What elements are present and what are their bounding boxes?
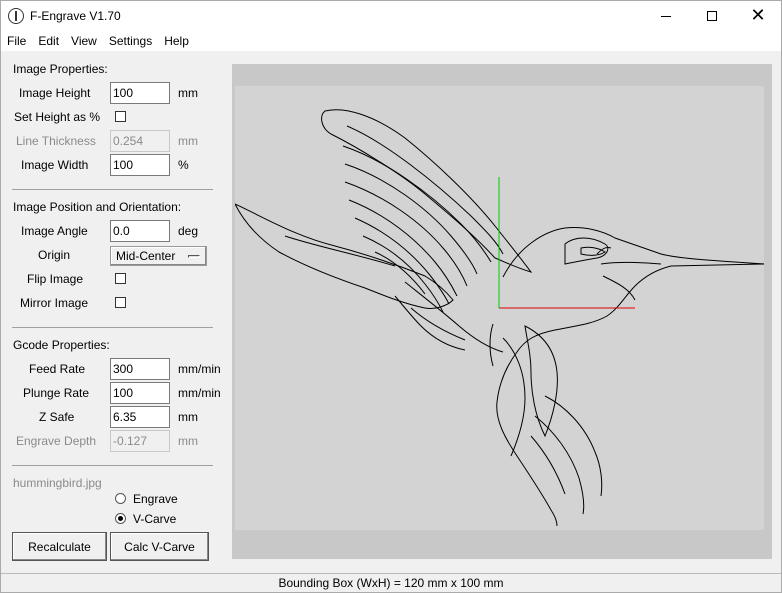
plunge-rate-label: Plunge Rate	[23, 386, 90, 400]
feed-rate-input[interactable]: 300	[110, 358, 170, 380]
image-width-label: Image Width	[21, 158, 89, 172]
maximize-icon	[707, 11, 717, 21]
file-name: hummingbird.jpg	[13, 476, 102, 490]
tail-feather	[235, 203, 454, 309]
recalculate-button[interactable]: Recalculate	[12, 532, 107, 561]
menu-settings[interactable]: Settings	[103, 31, 158, 51]
separator	[12, 327, 213, 328]
feed-rate-unit: mm/min	[178, 362, 221, 376]
close-icon: ✕	[750, 5, 766, 26]
set-height-pct-label: Set Height as %	[14, 110, 101, 124]
image-height-input[interactable]: 100	[110, 82, 170, 104]
menu-view[interactable]: View	[65, 31, 103, 51]
separator	[12, 465, 213, 466]
menu-help[interactable]: Help	[158, 31, 195, 51]
close-button[interactable]: ✕	[735, 1, 781, 31]
radio-selected-dot	[118, 516, 123, 521]
image-angle-unit: deg	[178, 224, 199, 238]
position-orientation-heading: Image Position and Orientation:	[13, 200, 182, 214]
calc-vcarve-button[interactable]: Calc V-Carve	[110, 532, 209, 561]
z-safe-unit: mm	[178, 410, 198, 424]
origin-label: Origin	[38, 248, 71, 262]
image-properties-heading: Image Properties:	[13, 62, 108, 76]
image-angle-input[interactable]: 0.0	[110, 220, 170, 242]
eye-ring	[564, 237, 609, 265]
image-width-unit: %	[178, 158, 189, 172]
z-safe-input[interactable]: 6.35	[110, 406, 170, 428]
image-angle-label: Image Angle	[21, 224, 88, 238]
hummingbird-outline	[235, 109, 764, 527]
separator	[12, 189, 213, 190]
head-detail	[602, 275, 636, 301]
lower-wing-feather	[394, 295, 466, 351]
mirror-image-label: Mirror Image	[20, 296, 89, 310]
body-detail	[524, 325, 558, 438]
app-logo-icon	[8, 8, 24, 24]
minimize-button[interactable]	[643, 1, 689, 31]
beak-line	[600, 262, 662, 265]
line-thickness-label: Line Thickness	[16, 134, 96, 148]
lower-wing-feather	[404, 281, 504, 353]
tail-detail	[284, 235, 396, 267]
title-bar: F-Engrave V1.70 ✕	[1, 1, 781, 31]
image-width-input[interactable]: 100	[110, 154, 170, 176]
line-thickness-input: 0.254	[110, 130, 170, 152]
dropdown-indicator-icon	[188, 255, 200, 258]
set-height-pct-checkbox[interactable]	[115, 111, 126, 122]
gcode-heading: Gcode Properties:	[13, 338, 110, 352]
engrave-depth-label: Engrave Depth	[16, 434, 97, 448]
menu-edit[interactable]: Edit	[32, 31, 65, 51]
engrave-depth-input: -0.127	[110, 430, 170, 452]
preview-canvas[interactable]	[232, 64, 772, 559]
body-outline	[496, 227, 764, 527]
origin-selected-value: Mid-Center	[116, 249, 176, 263]
image-height-label: Image Height	[19, 86, 91, 100]
flip-image-label: Flip Image	[27, 272, 84, 286]
plunge-rate-input[interactable]: 100	[110, 382, 170, 404]
vcarve-radio[interactable]	[115, 513, 126, 524]
status-bar: Bounding Box (WxH) = 120 mm x 100 mm	[1, 573, 781, 592]
menu-file[interactable]: File	[1, 31, 32, 51]
preview-drawing-area[interactable]	[235, 86, 764, 530]
z-safe-label: Z Safe	[39, 410, 75, 424]
menu-bar: File Edit View Settings Help	[1, 31, 781, 51]
feed-rate-label: Feed Rate	[29, 362, 86, 376]
body-detail	[489, 323, 494, 367]
maximize-button[interactable]	[689, 1, 735, 31]
minimize-icon	[661, 15, 671, 17]
origin-dropdown[interactable]: Mid-Center	[110, 246, 207, 266]
line-thickness-unit: mm	[178, 134, 198, 148]
engrave-depth-unit: mm	[178, 434, 198, 448]
engrave-radio[interactable]	[115, 493, 126, 504]
app-window: F-Engrave V1.70 ✕ File Edit View Setting…	[0, 0, 782, 593]
wing-feather	[346, 125, 504, 255]
eye	[580, 246, 606, 256]
window-title: F-Engrave V1.70	[30, 9, 121, 23]
plunge-rate-unit: mm/min	[178, 386, 221, 400]
flip-image-checkbox[interactable]	[115, 273, 126, 284]
engrave-radio-label: Engrave	[133, 492, 178, 506]
mirror-image-checkbox[interactable]	[115, 297, 126, 308]
vcarve-radio-label: V-Carve	[133, 512, 177, 526]
image-height-unit: mm	[178, 86, 198, 100]
hummingbird-drawing	[235, 109, 764, 527]
